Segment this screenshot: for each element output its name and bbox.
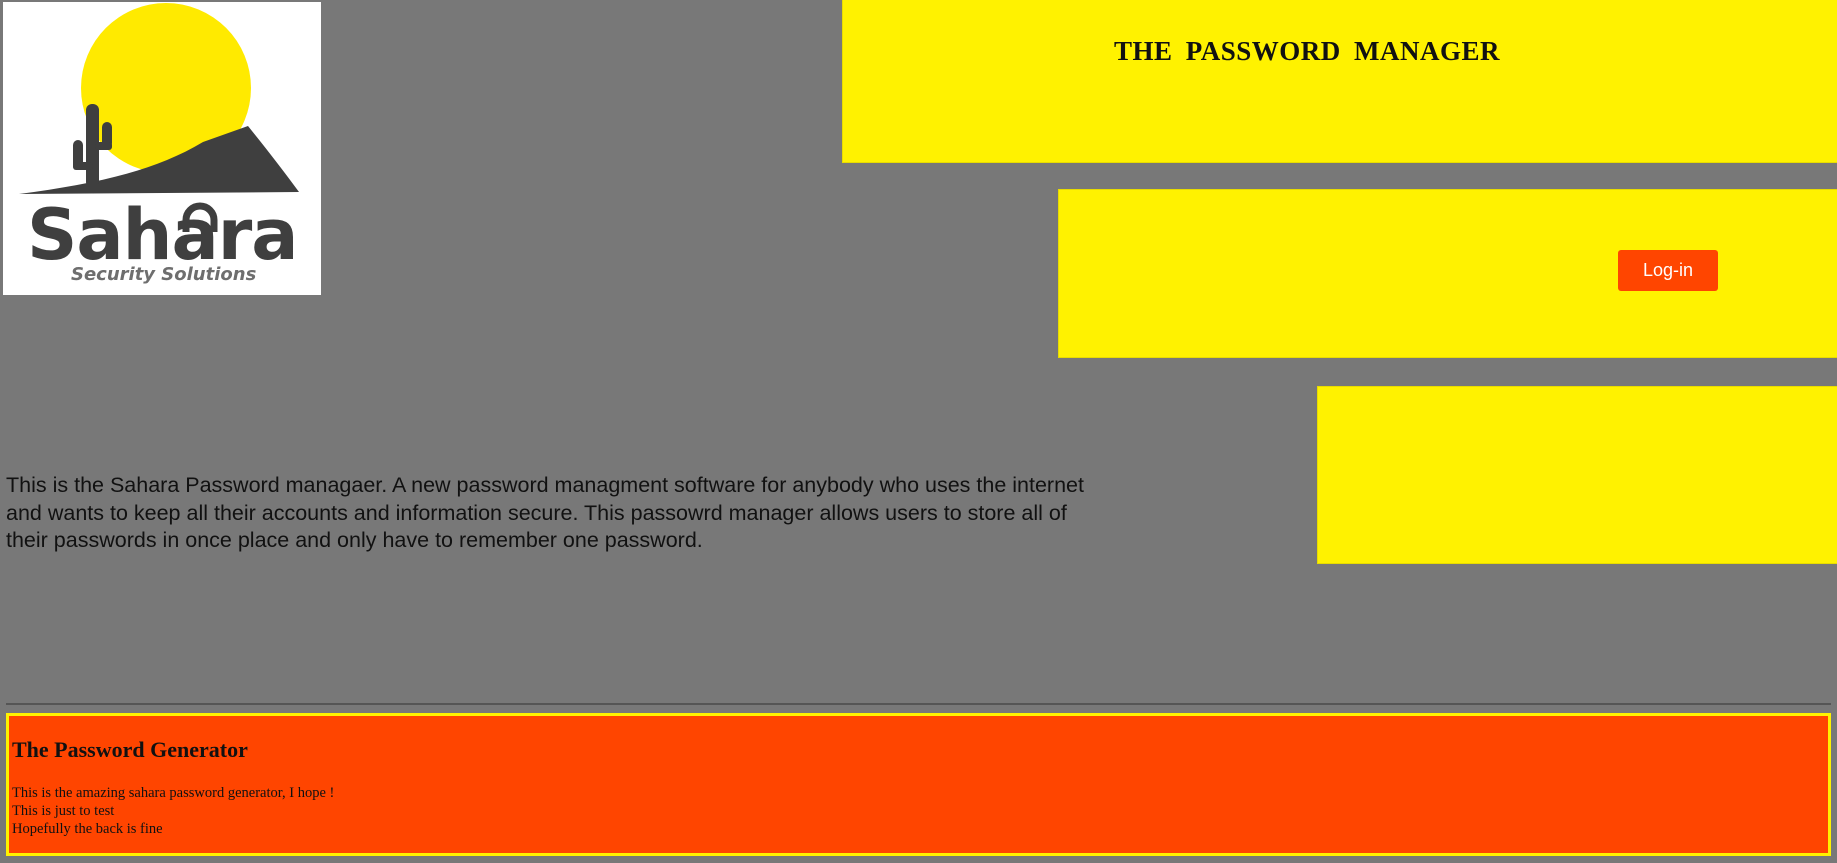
page-title: THE PASSWORD MANAGER [1114,36,1501,66]
login-panel [1058,189,1837,358]
header-panel [842,0,1837,163]
logo-graphic: Sahara Security Solutions [19,3,299,285]
logo-tagline: Security Solutions [71,264,257,285]
password-generator-section: The Password Generator This is the amazi… [6,713,1831,856]
login-button[interactable]: Log-in [1618,250,1718,291]
generator-line: This is just to test [12,803,115,819]
section-divider [6,703,1831,705]
generator-title: The Password Generator [12,737,248,762]
sahara-logo: Sahara Security Solutions [3,2,321,295]
intro-paragraph: This is the Sahara Password managaer. A … [6,473,1084,552]
generator-text: This is the amazing sahara password gene… [12,784,334,838]
generator-line: This is the amazing sahara password gene… [12,785,335,801]
empty-panel [1317,386,1837,564]
generator-line: Hopefully the back is fine [12,821,163,837]
